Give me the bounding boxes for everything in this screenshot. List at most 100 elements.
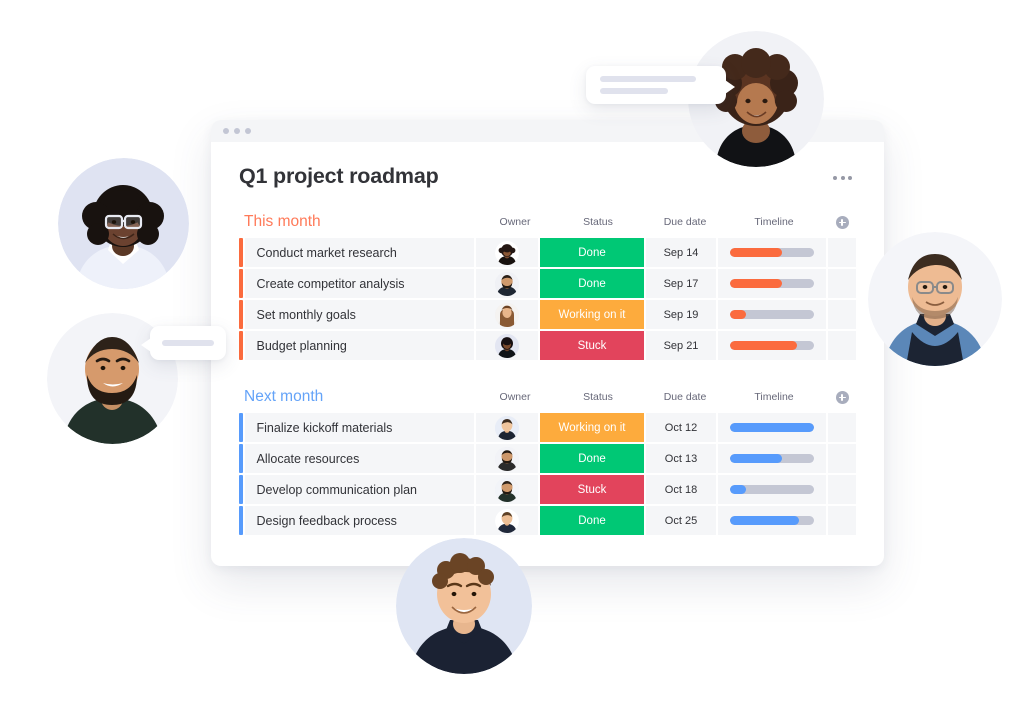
task-name-cell[interactable]: Budget planning [244,331,474,360]
bubble-line [600,76,696,82]
window-dot-icon[interactable] [245,128,251,134]
row-add-cell[interactable] [828,475,856,504]
row-add-cell[interactable] [828,444,856,473]
timeline-track [730,485,814,494]
timeline-fill [730,279,783,288]
row-accent-bar [239,475,243,504]
timeline-fill [730,310,746,319]
timeline-fill [730,454,783,463]
owner-cell[interactable] [476,269,538,298]
timeline-cell[interactable] [718,444,826,473]
task-name-cell[interactable]: Allocate resources [244,444,474,473]
timeline-cell[interactable] [718,300,826,329]
status-badge[interactable]: Done [540,506,644,535]
bubble-line [162,340,214,346]
bubble-line [600,88,668,94]
row-accent-bar [239,506,243,535]
task-name-cell[interactable]: Finalize kickoff materials [244,413,474,442]
row-accent-bar [239,444,243,473]
row-add-cell[interactable] [828,331,856,360]
timeline-track [730,516,814,525]
table-row[interactable]: Conduct market research Done Sep 14 [239,238,856,267]
table-row[interactable]: Finalize kickoff materials Working on it O… [239,413,856,442]
plus-circle-icon[interactable] [835,215,849,229]
chat-bubble-left [141,326,226,360]
avatar [495,240,519,265]
avatar-bubble-woman-glasses [58,158,189,289]
status-badge[interactable]: Stuck [540,331,644,360]
window-dot-icon[interactable] [223,128,229,134]
row-add-cell[interactable] [828,269,856,298]
due-date-cell[interactable]: Sep 17 [646,269,716,298]
avatar [495,333,519,358]
row-accent-bar [239,300,243,329]
due-date-cell[interactable]: Sep 19 [646,300,716,329]
timeline-cell[interactable] [718,238,826,267]
window-dot-icon[interactable] [234,128,240,134]
table-row[interactable]: Set monthly goals Working on it Sep 19 [239,300,856,329]
avatar [495,446,519,471]
column-header-timeline[interactable]: Timeline [720,391,828,403]
column-header-status[interactable]: Status [546,216,650,228]
row-add-cell[interactable] [828,413,856,442]
timeline-cell[interactable] [718,331,826,360]
timeline-cell[interactable] [718,413,826,442]
row-accent-bar [239,238,243,267]
kebab-menu-icon[interactable] [833,164,856,180]
owner-cell[interactable] [476,238,538,267]
task-name-cell[interactable]: Set monthly goals [244,300,474,329]
due-date-cell[interactable]: Oct 13 [646,444,716,473]
group-this-month: This month Owner Status Due date Timeline Con… [239,211,856,360]
column-header-due-date[interactable]: Due date [650,391,720,403]
timeline-fill [730,248,783,257]
timeline-fill [730,341,798,350]
table-row[interactable]: Allocate resources Done Oct 13 [239,444,856,473]
table-row[interactable]: Budget planning Stuck Sep 21 [239,331,856,360]
timeline-cell[interactable] [718,506,826,535]
owner-cell[interactable] [476,475,538,504]
column-header-due-date[interactable]: Due date [650,216,720,228]
task-name-cell[interactable]: Conduct market research [244,238,474,267]
due-date-cell[interactable]: Oct 25 [646,506,716,535]
owner-cell[interactable] [476,444,538,473]
table-row[interactable]: Create competitor analysis Done Sep 17 [239,269,856,298]
group-header: Next month Owner Status Due date Timeline [239,386,856,408]
group-title[interactable]: Next month [244,388,323,406]
timeline-cell[interactable] [718,475,826,504]
owner-cell[interactable] [476,413,538,442]
column-header-owner[interactable]: Owner [484,391,546,403]
group-title[interactable]: This month [244,213,321,231]
column-header-status[interactable]: Status [546,391,650,403]
due-date-cell[interactable]: Oct 12 [646,413,716,442]
row-add-cell[interactable] [828,238,856,267]
column-header-owner[interactable]: Owner [484,216,546,228]
plus-circle-icon[interactable] [835,390,849,404]
owner-cell[interactable] [476,300,538,329]
task-name-cell[interactable]: Create competitor analysis [244,269,474,298]
timeline-cell[interactable] [718,269,826,298]
groups-container: This month Owner Status Due date Timeline Con… [239,211,856,535]
avatar [495,271,519,296]
row-accent-bar [239,269,243,298]
row-add-cell[interactable] [828,300,856,329]
bubble-tail [725,80,735,94]
table-row[interactable]: Design feedback process Done Oct 25 [239,506,856,535]
status-badge[interactable]: Done [540,238,644,267]
due-date-cell[interactable]: Sep 21 [646,331,716,360]
table-row[interactable]: Develop communication plan Stuck Oct 18 [239,475,856,504]
task-name-cell[interactable]: Design feedback process [244,506,474,535]
row-add-cell[interactable] [828,506,856,535]
owner-cell[interactable] [476,331,538,360]
group-next-month: Next month Owner Status Due date Timeline Fin… [239,386,856,535]
status-badge[interactable]: Done [540,269,644,298]
status-badge[interactable]: Working on it [540,413,644,442]
board-body: Q1 project roadmap This month Owner Status… [211,142,884,535]
status-badge[interactable]: Working on it [540,300,644,329]
status-badge[interactable]: Stuck [540,475,644,504]
task-name-cell[interactable]: Develop communication plan [244,475,474,504]
due-date-cell[interactable]: Oct 18 [646,475,716,504]
due-date-cell[interactable]: Sep 14 [646,238,716,267]
owner-cell[interactable] [476,506,538,535]
column-header-timeline[interactable]: Timeline [720,216,828,228]
status-badge[interactable]: Done [540,444,644,473]
